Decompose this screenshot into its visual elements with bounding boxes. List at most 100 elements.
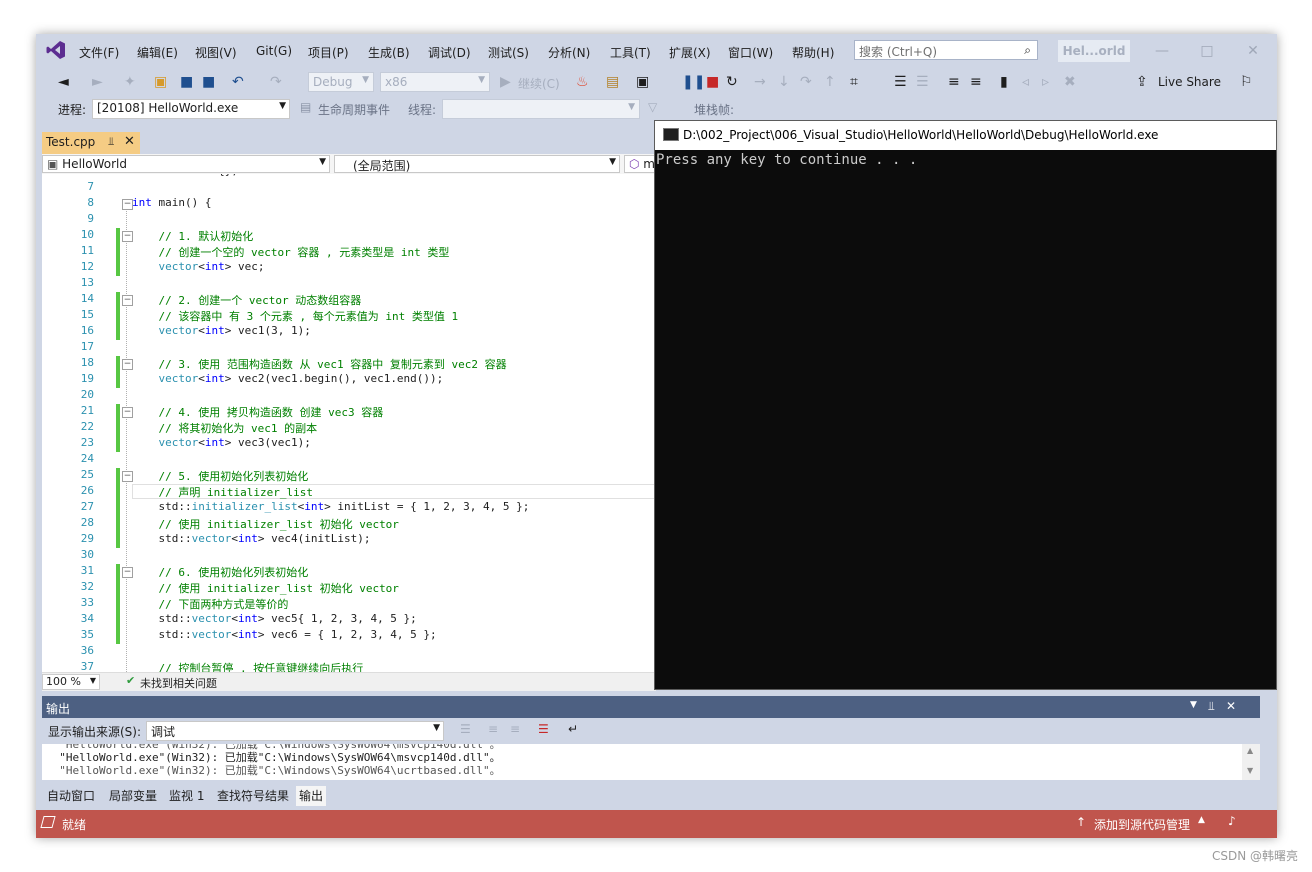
scroll-down-icon[interactable]: ▼ <box>1247 766 1253 775</box>
thread-select[interactable]: ▼ <box>442 99 640 119</box>
project-nav-select[interactable]: ▣ HelloWorld ▼ <box>42 155 330 173</box>
minimize-icon[interactable]: — <box>1147 40 1177 62</box>
share-icon[interactable]: ⇪ <box>1136 74 1148 90</box>
code-line[interactable]: // 控制台暂停 , 按任意键继续向后执行 <box>132 660 364 672</box>
code-line[interactable]: std::vector<int> vec6 = { 1, 2, 3, 4, 5 … <box>132 628 436 641</box>
undo-icon[interactable]: ↶ <box>232 74 244 90</box>
close-icon[interactable]: ✕ <box>1238 40 1268 62</box>
collapse-icon[interactable]: − <box>122 567 133 578</box>
clear-all-icon[interactable]: ☰ <box>538 722 549 736</box>
live-share-button[interactable]: Live Share <box>1158 75 1221 89</box>
comment-lines-icon[interactable]: ≡ <box>948 74 960 90</box>
find-message-icon[interactable]: ☰ <box>460 722 471 736</box>
code-editor[interactable]: 6class Student{};78int main() {−910 // 1… <box>42 174 656 672</box>
tab-find-symbol-results[interactable]: 查找符号结果 <box>214 786 292 806</box>
menu-file[interactable]: 文件(F) <box>79 44 119 61</box>
toggle-icon[interactable]: ☰ <box>916 74 929 90</box>
output-scrollbar[interactable]: ▲ ▼ <box>1242 744 1260 780</box>
pause-icon[interactable]: ❚❚ <box>682 74 705 90</box>
tab-autos[interactable]: 自动窗口 <box>44 786 98 806</box>
diagnostics-icon[interactable]: ▤ <box>606 74 619 90</box>
code-line[interactable]: // 2. 创建一个 vector 动态数组容器 <box>132 292 362 308</box>
save-all-icon[interactable]: ■ <box>202 74 215 90</box>
breakpoints-icon[interactable]: ⌗ <box>850 74 858 90</box>
play-icon[interactable]: ▶ <box>500 74 511 90</box>
code-line[interactable]: vector<int> vec; <box>132 260 265 273</box>
open-folder-icon[interactable]: ▣ <box>154 74 167 90</box>
forward-icon[interactable]: ► <box>92 74 103 90</box>
back-icon[interactable]: ◄ <box>58 74 69 90</box>
pin-icon[interactable]: ⫫ <box>108 135 114 149</box>
menu-view[interactable]: 视图(V) <box>195 44 237 61</box>
filter-icon[interactable]: ▽ <box>648 100 657 114</box>
tab-test-cpp[interactable]: Test.cpp ⫫ ✕ <box>42 132 140 154</box>
restart-icon[interactable]: ↻ <box>726 74 738 90</box>
platform-select[interactable]: x86 ▼ <box>380 72 490 92</box>
redo-icon[interactable]: ↷ <box>270 74 282 90</box>
lifecycle-events-button[interactable]: 生命周期事件 <box>318 101 390 118</box>
code-line[interactable]: // 5. 使用初始化列表初始化 <box>132 468 309 484</box>
menu-extensions[interactable]: 扩展(X) <box>669 44 711 61</box>
code-line[interactable]: std::vector<int> vec4(initList); <box>132 532 370 545</box>
code-line[interactable]: std::initializer_list<int> initList = { … <box>132 500 529 513</box>
code-line[interactable]: // 创建一个空的 vector 容器 , 元素类型是 int 类型 <box>132 244 450 260</box>
collapse-icon[interactable]: − <box>122 407 133 418</box>
feedback-icon[interactable]: ⚐ <box>1240 74 1253 90</box>
stop-icon[interactable]: ■ <box>706 74 719 90</box>
code-line[interactable]: // 3. 使用 范围构造函数 从 vec1 容器中 复制元素到 vec2 容器 <box>132 356 507 372</box>
collapse-icon[interactable]: − <box>122 295 133 306</box>
maximize-icon[interactable]: □ <box>1192 40 1222 62</box>
code-line[interactable]: // 该容器中 有 3 个元素 , 每个元素值为 int 类型值 1 <box>132 308 459 324</box>
menu-help[interactable]: 帮助(H) <box>792 44 834 61</box>
code-line[interactable]: class Student{}; <box>132 174 238 177</box>
screenshot-icon[interactable]: ▣ <box>636 74 649 90</box>
word-wrap-icon[interactable]: ↵ <box>568 722 578 736</box>
pin-icon[interactable]: ⫫ <box>1208 699 1215 714</box>
code-line[interactable]: std::vector<int> vec5{ 1, 2, 3, 4, 5 }; <box>132 612 416 625</box>
code-line[interactable]: // 下面两种方式是等价的 <box>132 596 289 612</box>
hot-reload-icon[interactable]: ♨ <box>576 74 589 90</box>
code-line[interactable]: // 使用 initializer_list 初始化 vector <box>132 516 399 532</box>
output-source-select[interactable]: 调试 ▼ <box>146 721 444 741</box>
output-text[interactable]: "HelloWorld.exe"(Win32): 已加载"C:\Windows\… <box>42 744 1242 780</box>
save-icon[interactable]: ■ <box>180 74 193 90</box>
menu-build[interactable]: 生成(B) <box>368 44 410 61</box>
show-next-statement-icon[interactable]: → <box>754 74 766 90</box>
next-message-icon[interactable]: ≡ <box>510 722 520 736</box>
code-line[interactable]: vector<int> vec1(3, 1); <box>132 324 311 337</box>
prev-bookmark-icon[interactable]: ◃ <box>1022 74 1029 90</box>
menu-tools[interactable]: 工具(T) <box>610 44 651 61</box>
process-select[interactable]: [20108] HelloWorld.exe ▼ <box>92 99 290 119</box>
threads-icon[interactable]: ☰ <box>894 74 907 90</box>
menu-window[interactable]: 窗口(W) <box>728 44 773 61</box>
next-bookmark-icon[interactable]: ▹ <box>1042 74 1049 90</box>
tab-locals[interactable]: 局部变量 <box>106 786 160 806</box>
scope-nav-select[interactable]: (全局范围) ▼ <box>334 155 620 173</box>
code-line[interactable]: // 将其初始化为 vec1 的副本 <box>132 420 318 436</box>
collapse-icon[interactable]: − <box>122 199 133 210</box>
notification-bell-icon[interactable]: ♪ <box>1228 814 1236 828</box>
step-over-icon[interactable]: ↷ <box>800 74 812 90</box>
code-line[interactable]: // 使用 initializer_list 初始化 vector <box>132 580 399 596</box>
code-line[interactable]: int main() { <box>132 196 211 209</box>
menu-git[interactable]: Git(G) <box>256 44 292 58</box>
scroll-up-icon[interactable]: ▲ <box>1247 746 1253 755</box>
chevron-up-icon[interactable]: ▲ <box>1198 815 1205 825</box>
console-window[interactable]: D:\002_Project\006_Visual_Studio\HelloWo… <box>654 120 1277 690</box>
code-line[interactable]: // 6. 使用初始化列表初始化 <box>132 564 309 580</box>
vs-logo-icon[interactable] <box>46 40 66 60</box>
zoom-select[interactable]: 100 % ▼ <box>42 674 100 690</box>
tab-output[interactable]: 输出 <box>296 786 327 806</box>
code-line[interactable]: // 4. 使用 拷贝构造函数 创建 vec3 容器 <box>132 404 384 420</box>
close-panel-icon[interactable]: ✕ <box>1226 699 1236 713</box>
bookmark-icon[interactable]: ▮ <box>1000 74 1008 90</box>
menu-project[interactable]: 项目(P) <box>308 44 349 61</box>
uncomment-lines-icon[interactable]: ≡ <box>970 74 982 90</box>
close-tab-icon[interactable]: ✕ <box>124 134 135 149</box>
collapse-icon[interactable]: − <box>122 359 133 370</box>
clear-bookmarks-icon[interactable]: ✖ <box>1064 74 1076 90</box>
prev-message-icon[interactable]: ≡ <box>488 722 498 736</box>
code-line[interactable]: vector<int> vec3(vec1); <box>132 436 311 449</box>
solution-name-badge[interactable]: Hel...orld <box>1058 40 1130 62</box>
step-into-icon[interactable]: ↓ <box>778 74 790 90</box>
